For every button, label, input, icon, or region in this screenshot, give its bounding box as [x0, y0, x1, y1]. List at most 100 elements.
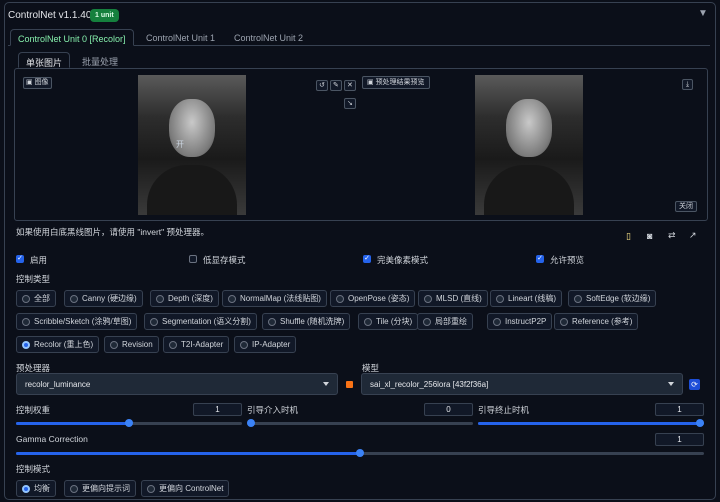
radio-dot-selected [22, 484, 30, 493]
download-icon[interactable]: ⤓ [682, 79, 693, 90]
control-type-revision[interactable]: Revision [104, 336, 159, 353]
option-label: MLSD (直线) [436, 294, 482, 303]
control-mode-balanced[interactable]: 均衡 [16, 480, 56, 497]
close-icon[interactable]: ✕ [344, 80, 356, 91]
radio-dot [364, 317, 372, 326]
gamma-fill [16, 452, 360, 455]
radio-dot [156, 294, 164, 303]
image-label-chip: ▣ 图像 [23, 77, 52, 89]
option-label: 局部重绘 [435, 317, 467, 326]
collapse-icon[interactable]: ▼ [698, 8, 708, 19]
control-mode-prompt[interactable]: 更偏向提示词 [64, 480, 136, 497]
radio-dot [22, 294, 30, 303]
control-type-segmentation[interactable]: Segmentation (语义分割) [144, 313, 257, 330]
option-label: InstructP2P [505, 317, 547, 326]
control-type-all[interactable]: 全部 [16, 290, 56, 307]
chevron-down-icon [323, 382, 329, 386]
undo-icon[interactable]: ↺ [316, 80, 328, 91]
preview-label: 预处理结果预览 [375, 79, 425, 86]
control-type-instructp2p[interactable]: InstructP2P [487, 313, 553, 330]
gamma-slider[interactable] [16, 449, 704, 457]
pixel-perfect-checkbox[interactable]: ✓ [363, 255, 371, 263]
option-label: Lineart (线稿) [508, 294, 557, 303]
option-label: Recolor (重上色) [34, 340, 94, 349]
send-icon[interactable]: ↗ [689, 230, 697, 241]
send-dimensions-icon[interactable]: ↘ [344, 98, 356, 109]
enable-label: 启用 [30, 255, 48, 265]
weight-input[interactable]: 1 [193, 403, 242, 416]
gamma-thumb[interactable] [356, 449, 364, 457]
refresh-models-icon[interactable]: ⟳ [689, 379, 700, 390]
tab-unit-1[interactable]: ControlNet Unit 1 [139, 29, 222, 46]
allow-preview-checkbox[interactable]: ✓ [536, 255, 544, 263]
radio-dot [336, 294, 344, 303]
run-preprocessor-icon[interactable] [346, 381, 353, 388]
control-type-ip-adapter[interactable]: IP-Adapter [234, 336, 297, 353]
new-canvas-icon[interactable]: ▯ [626, 231, 631, 242]
radio-dot [268, 317, 276, 326]
radio-dot [496, 294, 504, 303]
radio-dot [70, 294, 78, 303]
enable-checkbox[interactable]: ✓ [16, 255, 24, 263]
control-type-normalmap[interactable]: NormalMap (法线贴图) [222, 290, 327, 307]
control-type-softedge[interactable]: SoftEdge (软边缘) [568, 290, 657, 307]
input-image[interactable]: 开 [138, 75, 246, 215]
end-slider[interactable] [478, 419, 704, 427]
control-type-canny[interactable]: Canny (硬边缘) [64, 290, 143, 307]
start-input[interactable]: 0 [424, 403, 473, 416]
control-type-t2i-adapter[interactable]: T2I-Adapter [163, 336, 230, 353]
tab-unit-2[interactable]: ControlNet Unit 2 [227, 29, 310, 46]
swap-icon[interactable]: ⇄ [668, 230, 676, 241]
start-thumb[interactable] [247, 419, 255, 427]
control-type-recolor[interactable]: Recolor (重上色) [16, 336, 100, 353]
end-input[interactable]: 1 [655, 403, 704, 416]
control-type-label: 控制类型 [16, 274, 51, 284]
tab-unit-0[interactable]: ControlNet Unit 0 [Recolor] [10, 29, 134, 46]
weight-thumb[interactable] [125, 419, 133, 427]
low-vram-label: 低显存模式 [203, 255, 246, 265]
option-label: Tile (分块) [376, 317, 413, 326]
option-label: T2I-Adapter [181, 340, 224, 349]
control-mode-label: 控制模式 [16, 464, 51, 474]
preview-face [506, 99, 552, 157]
panel-title[interactable]: ControlNet v1.1.406 [8, 10, 97, 21]
option-label: Canny (硬边缘) [82, 294, 137, 303]
control-type-openpose[interactable]: OpenPose (姿态) [330, 290, 416, 307]
preprocessor-select[interactable]: recolor_luminance [16, 373, 338, 395]
model-value: sai_xl_recolor_256lora [43f2f36a] [370, 380, 489, 389]
control-mode-controlnet[interactable]: 更偏向 ControlNet [141, 480, 230, 497]
model-select[interactable]: sai_xl_recolor_256lora [43f2f36a] [361, 373, 683, 395]
end-fill [478, 422, 704, 425]
control-type-scribble[interactable]: Scribble/Sketch (涂鸦/草图) [16, 313, 138, 330]
control-type-inpaint[interactable]: 局部重绘 [417, 313, 473, 330]
image-label: 图像 [34, 79, 49, 86]
weight-label: 控制权重 [16, 405, 51, 415]
invert-hint: 如果使用白底黑线图片，请使用 "invert" 预处理器。 [16, 227, 210, 237]
option-label: Shuffle (随机洗牌) [280, 317, 345, 326]
control-type-lineart[interactable]: Lineart (线稿) [490, 290, 563, 307]
option-label: 更偏向提示词 [82, 484, 130, 493]
subtab-batch[interactable]: 批量处理 [75, 52, 125, 68]
preprocessor-value: recolor_luminance [25, 380, 91, 389]
close-preview-button[interactable]: 关闭 [675, 201, 697, 212]
start-slider[interactable] [247, 419, 473, 427]
control-type-depth[interactable]: Depth (深度) [150, 290, 219, 307]
control-type-shuffle[interactable]: Shuffle (随机洗牌) [262, 313, 351, 330]
weight-fill [16, 422, 129, 425]
image-area [14, 68, 708, 221]
weight-slider[interactable] [16, 419, 242, 427]
control-type-mlsd[interactable]: MLSD (直线) [418, 290, 488, 307]
edit-icon[interactable]: ✎ [330, 80, 342, 91]
subtab-single-image[interactable]: 单张图片 [18, 52, 71, 68]
camera-icon[interactable]: ◙ [647, 231, 652, 241]
control-type-reference[interactable]: Reference (参考) [554, 313, 639, 330]
end-thumb[interactable] [696, 419, 704, 427]
gamma-input[interactable]: 1 [655, 433, 704, 446]
low-vram-checkbox[interactable] [189, 255, 197, 263]
upload-overlay-text: 开 [176, 140, 184, 149]
radio-dot [147, 484, 155, 493]
option-label: Segmentation (语义分割) [162, 317, 251, 326]
option-label: Reference (参考) [572, 317, 633, 326]
control-type-tile[interactable]: Tile (分块) [358, 313, 419, 330]
radio-dot [70, 484, 78, 493]
